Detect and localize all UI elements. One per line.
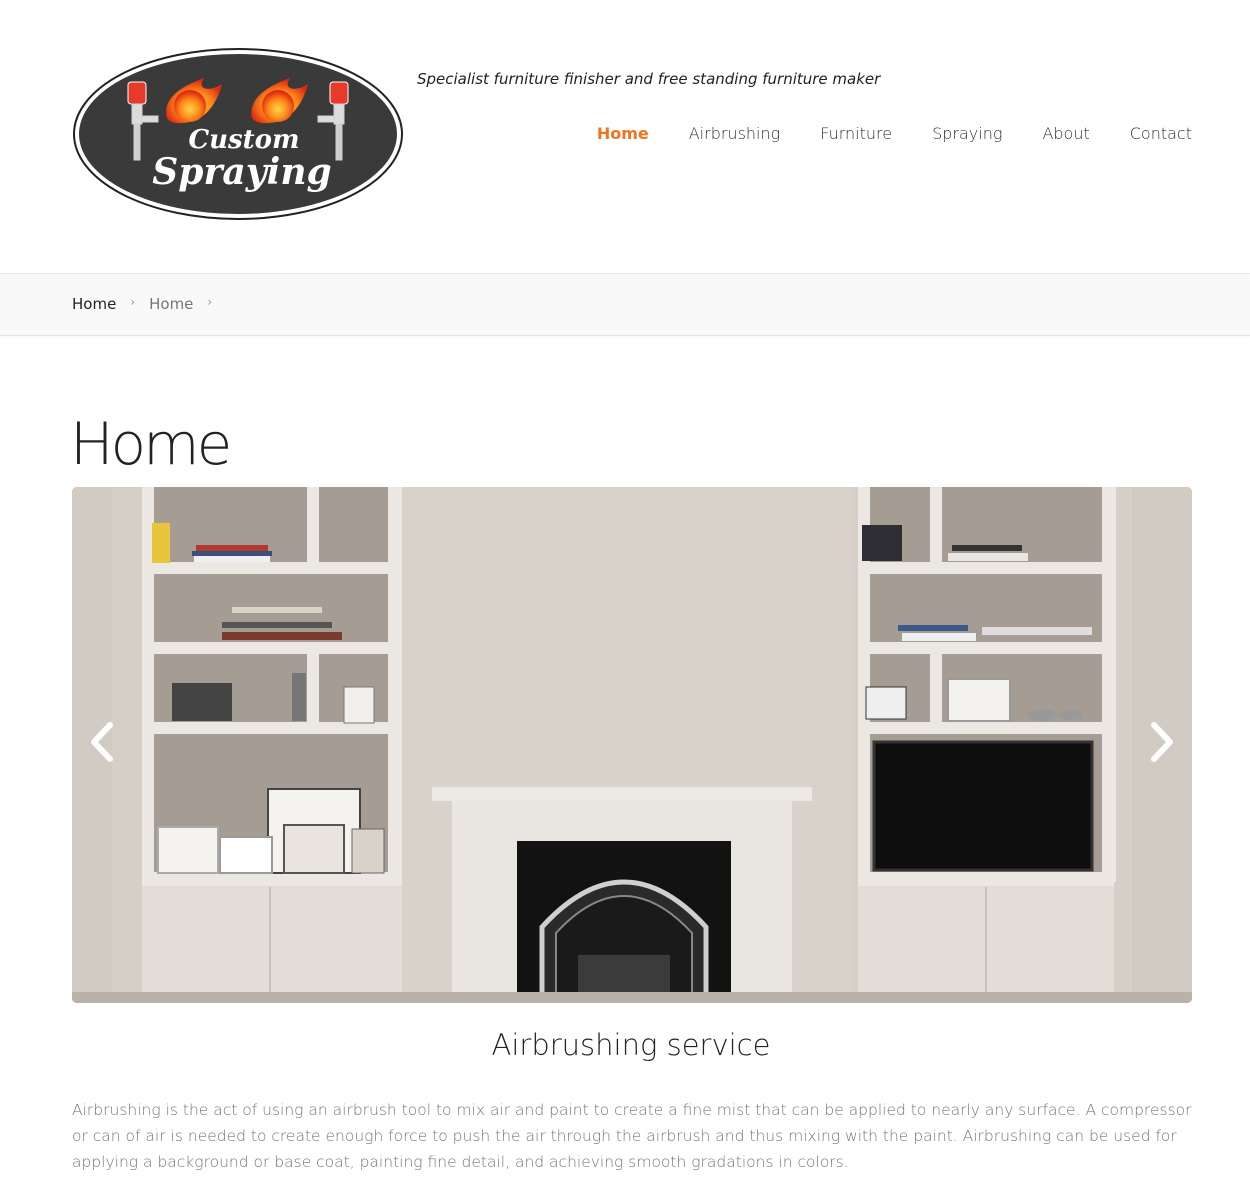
site-tagline: Specialist furniture finisher and free s… <box>417 70 881 88</box>
nav-item-about[interactable]: About <box>1042 124 1089 143</box>
breadcrumb-item-home[interactable]: Home <box>72 295 116 313</box>
nav-item-airbrushing[interactable]: Airbrushing <box>689 124 781 143</box>
main-nav: Home Airbrushing Furniture Spraying Abou… <box>557 124 1192 143</box>
slider-prev-button[interactable] <box>80 709 124 775</box>
chevron-right-icon: › <box>207 295 213 309</box>
image-slider[interactable] <box>72 487 1192 1003</box>
section-heading: Airbrushing service <box>491 1028 771 1062</box>
chevron-right-icon: › <box>130 295 136 309</box>
logo-line2: Spraying <box>152 151 331 193</box>
chevron-left-icon <box>91 722 113 762</box>
chevron-right-icon <box>1151 722 1173 762</box>
section-body: Airbrushing is the act of using an airbr… <box>72 1101 1192 1171</box>
breadcrumb-item-current: Home <box>149 295 194 313</box>
page-title: Home <box>70 410 232 478</box>
breadcrumb: Home › Home › <box>72 295 226 313</box>
nav-item-spraying[interactable]: Spraying <box>932 124 1002 143</box>
site-logo[interactable]: Custom Spraying <box>72 48 404 221</box>
breadcrumb-bar: Home › Home › <box>0 273 1250 336</box>
site-header: Custom Spraying Specialist furniture fin… <box>0 0 1250 273</box>
nav-item-home[interactable]: Home <box>597 124 649 143</box>
nav-item-furniture[interactable]: Furniture <box>820 124 892 143</box>
slide-image-fireplace-shelving <box>72 487 1192 1003</box>
nav-item-contact[interactable]: Contact <box>1130 124 1192 143</box>
slider-next-button[interactable] <box>1140 709 1184 775</box>
